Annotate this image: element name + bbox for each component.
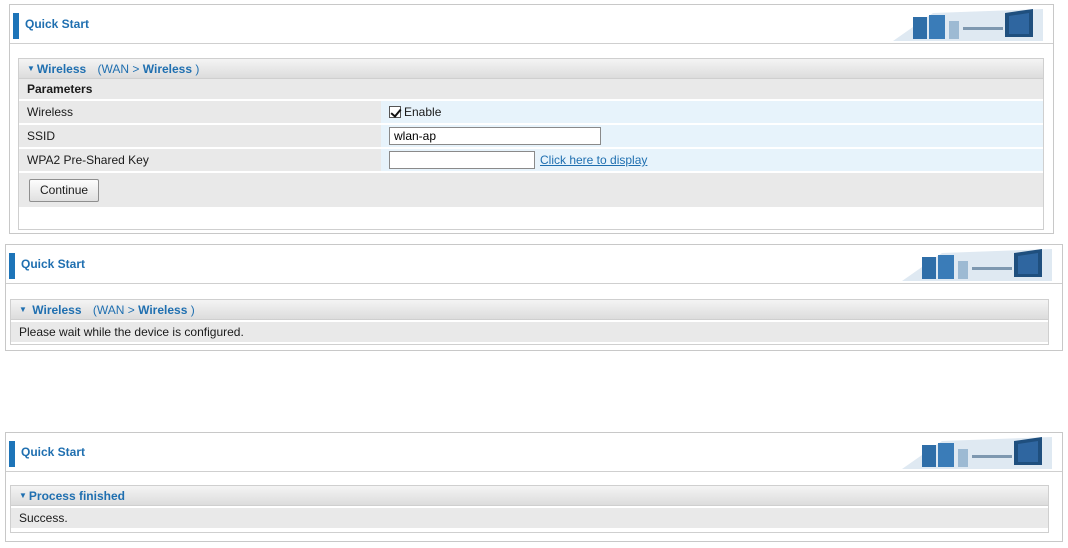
panel-header: Quick Start xyxy=(10,5,1053,44)
quick-start-panel-configuring: Quick Start ▼ Wireless (WAN > Wireless )… xyxy=(5,244,1063,351)
ssid-value xyxy=(381,125,1043,147)
breadcrumb-close: ) xyxy=(190,303,195,317)
panel-header: Quick Start xyxy=(6,433,1062,472)
section-title: Wireless xyxy=(32,303,82,317)
wireless-value: Enable xyxy=(381,101,1043,123)
breadcrumb-page: Wireless xyxy=(138,303,188,317)
button-row: Continue xyxy=(19,173,1043,207)
status-message: Please wait while the device is configur… xyxy=(11,322,1048,342)
caret-down-icon: ▼ xyxy=(19,491,27,500)
continue-button[interactable]: Continue xyxy=(29,179,100,202)
breadcrumb-page: Wireless xyxy=(142,62,193,76)
ssid-row: SSID xyxy=(19,125,1043,149)
enable-checkbox-label[interactable]: Enable xyxy=(404,105,441,119)
office-chairs-banner-icon xyxy=(902,249,1052,281)
process-finished-section: ▼ Process finished Success. xyxy=(10,485,1049,533)
enable-checkbox[interactable] xyxy=(389,106,401,118)
section-title-bar: ▼ Wireless (WAN > Wireless ) xyxy=(11,300,1048,320)
psk-row: WPA2 Pre-Shared Key Click here to displa… xyxy=(19,149,1043,173)
section-title-bar: ▼ Wireless (WAN > Wireless ) xyxy=(19,59,1043,79)
ssid-input[interactable] xyxy=(389,127,601,145)
psk-label: WPA2 Pre-Shared Key xyxy=(19,149,381,171)
page-title: Quick Start xyxy=(25,17,90,31)
page-title: Quick Start xyxy=(21,257,86,271)
section-title-bar: ▼ Process finished xyxy=(11,486,1048,506)
header-accent-bar xyxy=(9,253,15,279)
breadcrumb-open: (WAN > xyxy=(97,62,140,76)
display-key-link[interactable]: Click here to display xyxy=(540,153,647,167)
psk-input[interactable] xyxy=(389,151,535,169)
office-chairs-banner-icon xyxy=(893,9,1043,41)
breadcrumb-open: (WAN > xyxy=(92,303,135,317)
office-chairs-banner-icon xyxy=(902,437,1052,469)
section-title: Process finished xyxy=(28,489,125,503)
wireless-row: Wireless Enable xyxy=(19,101,1043,125)
caret-down-icon: ▼ xyxy=(27,64,35,73)
ssid-label: SSID xyxy=(19,125,381,147)
quick-start-panel-finished: Quick Start ▼ Process finished Success. xyxy=(5,432,1063,542)
page-title: Quick Start xyxy=(21,445,86,459)
wireless-section: ▼ Wireless (WAN > Wireless ) Parameters W… xyxy=(18,58,1044,230)
section-title: Wireless xyxy=(36,62,87,76)
parameters-heading: Parameters xyxy=(19,79,1043,101)
caret-down-icon: ▼ xyxy=(19,305,27,314)
header-accent-bar xyxy=(9,441,15,467)
psk-value: Click here to display xyxy=(381,149,1043,171)
wireless-status-section: ▼ Wireless (WAN > Wireless ) Please wait… xyxy=(10,299,1049,345)
breadcrumb-close: ) xyxy=(195,62,200,76)
quick-start-panel-wireless-form: Quick Start ▼ Wireless (WAN > Wireless ) … xyxy=(9,4,1054,234)
wireless-label: Wireless xyxy=(19,101,381,123)
header-accent-bar xyxy=(13,13,19,39)
success-message: Success. xyxy=(11,508,1048,528)
panel-header: Quick Start xyxy=(6,245,1062,284)
